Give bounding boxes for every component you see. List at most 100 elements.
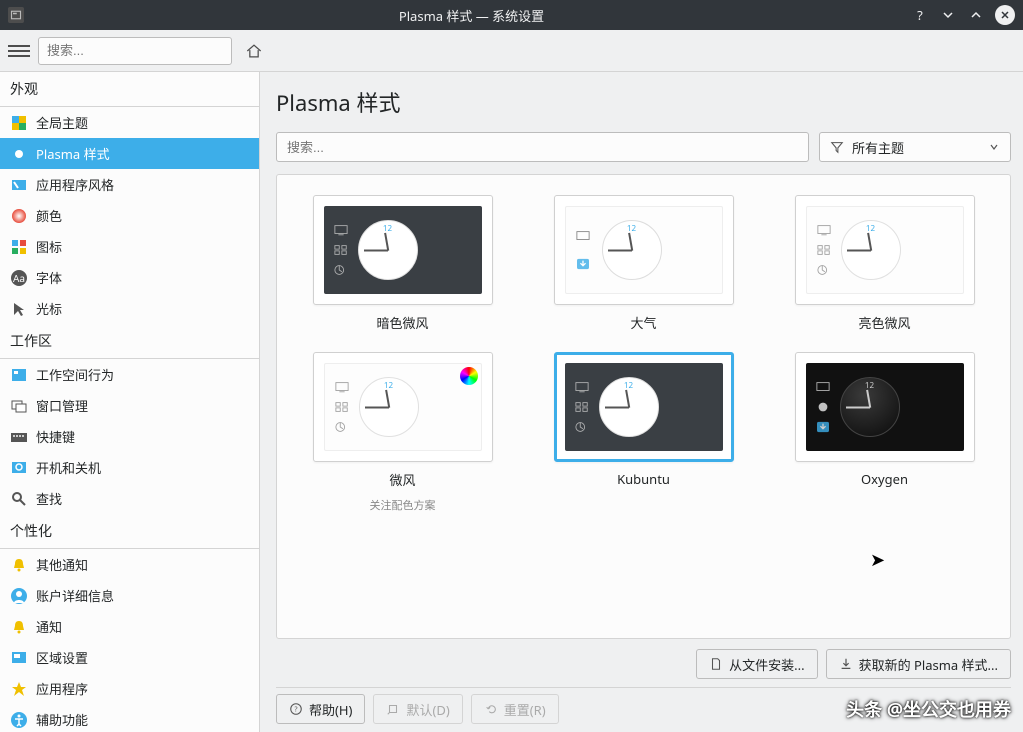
help-icon: ? <box>289 702 303 716</box>
chevron-down-icon <box>988 141 1000 153</box>
filter-label: 所有主题 <box>852 138 904 157</box>
sidebar-item-fonts[interactable]: Aa字体 <box>0 262 259 293</box>
theme-name: Kubuntu <box>617 470 670 488</box>
toolbar <box>0 30 1023 72</box>
sidebar-item-label: 通知 <box>36 617 62 636</box>
close-button[interactable] <box>995 5 1015 25</box>
sidebar-item-label: 查找 <box>36 489 62 508</box>
theme-card-oxygen[interactable]: Oxygen <box>779 352 990 513</box>
sidebar-section-header: 工作区 <box>0 324 259 359</box>
window-title: Plasma 样式 — 系统设置 <box>32 6 911 25</box>
sidebar-item-apps[interactable]: 应用程序 <box>0 673 259 704</box>
plasma-icon <box>10 145 28 163</box>
theme-thumbnail <box>313 195 493 305</box>
power-icon <box>10 459 28 477</box>
defaults-button: 默认(D) <box>373 694 462 724</box>
palette-icon <box>10 114 28 132</box>
sidebar[interactable]: 外观全局主题 Plasma 样式应用程序风格颜色图标 Aa字体光标工作区工作空间行为… <box>0 72 260 732</box>
bell-icon <box>10 618 28 636</box>
theme-card-breeze[interactable]: 微风关注配色方案 <box>297 352 508 513</box>
sidebar-item-label: 全局主题 <box>36 113 88 132</box>
document-icon <box>709 657 723 671</box>
icons-icon <box>10 238 28 256</box>
colors-icon <box>10 207 28 225</box>
page-title: Plasma 样式 <box>276 80 1011 132</box>
help-label: 帮助(H) <box>309 700 352 719</box>
help-button-bottom[interactable]: ? 帮助(H) <box>276 694 365 724</box>
star-icon <box>10 680 28 698</box>
minimize-button[interactable] <box>939 6 957 24</box>
sidebar-item-label: 账户详细信息 <box>36 586 114 605</box>
sidebar-section-header: 外观 <box>0 72 259 107</box>
content: Plasma 样式 所有主题 暗色微风 大气 亮色微风 微风关注配色方案 Kub… <box>260 72 1023 732</box>
sidebar-item-global-theme[interactable]: 全局主题 <box>0 107 259 138</box>
theme-name: Oxygen <box>861 470 908 488</box>
search-input[interactable] <box>38 37 232 65</box>
theme-name: 大气 <box>630 313 656 332</box>
theme-name: 微风 <box>389 470 415 489</box>
workspace-icon <box>10 366 28 384</box>
sidebar-item-window-mgmt[interactable]: 窗口管理 <box>0 390 259 421</box>
appstyle-icon <box>10 176 28 194</box>
sidebar-section-header: 个性化 <box>0 514 259 549</box>
sidebar-item-label: 快捷键 <box>36 427 75 446</box>
sidebar-item-colors[interactable]: 颜色 <box>0 200 259 231</box>
theme-card-breeze-dark[interactable]: 暗色微风 <box>297 195 508 332</box>
sidebar-item-label: 颜色 <box>36 206 62 225</box>
sidebar-item-label: 区域设置 <box>36 648 88 667</box>
filter-dropdown[interactable]: 所有主题 <box>819 132 1011 162</box>
sidebar-item-app-style[interactable]: 应用程序风格 <box>0 169 259 200</box>
keyboard-icon <box>10 428 28 446</box>
theme-thumbnail <box>795 352 975 462</box>
reset-button: 重置(R) <box>471 694 559 724</box>
theme-card-kubuntu[interactable]: Kubuntu <box>538 352 749 513</box>
flag-icon <box>10 649 28 667</box>
sidebar-item-label: 其他通知 <box>36 555 88 574</box>
titlebar: Plasma 样式 — 系统设置 ? <box>0 0 1023 30</box>
theme-search-input[interactable] <box>276 132 809 162</box>
theme-subtitle: 关注配色方案 <box>370 497 436 513</box>
sidebar-item-other-notif[interactable]: 其他通知 <box>0 549 259 580</box>
theme-card-air[interactable]: 大气 <box>538 195 749 332</box>
sidebar-item-icons[interactable]: 图标 <box>0 231 259 262</box>
home-button[interactable] <box>240 37 268 65</box>
svg-text:?: ? <box>294 706 297 715</box>
get-new-styles-button[interactable]: 获取新的 Plasma 样式... <box>826 649 1011 679</box>
theme-name: 亮色微风 <box>858 313 910 332</box>
sidebar-item-label: 应用程序风格 <box>36 175 114 194</box>
theme-thumbnail <box>554 352 734 462</box>
theme-thumbnail <box>795 195 975 305</box>
sidebar-item-label: 光标 <box>36 299 62 318</box>
sidebar-item-region[interactable]: 区域设置 <box>0 642 259 673</box>
sidebar-item-label: 辅助功能 <box>36 710 88 729</box>
install-from-file-button[interactable]: 从文件安装... <box>696 649 817 679</box>
sidebar-item-account[interactable]: 账户详细信息 <box>0 580 259 611</box>
sidebar-item-cursors[interactable]: 光标 <box>0 293 259 324</box>
theme-thumbnail <box>313 352 493 462</box>
undo-icon <box>484 702 498 716</box>
sidebar-item-plasma-style[interactable]: Plasma 样式 <box>0 138 259 169</box>
sidebar-item-notif[interactable]: 通知 <box>0 611 259 642</box>
sidebar-item-startup[interactable]: 开机和关机 <box>0 452 259 483</box>
sidebar-item-shortcuts[interactable]: 快捷键 <box>0 421 259 452</box>
defaults-icon <box>386 702 400 716</box>
sidebar-item-label: 图标 <box>36 237 62 256</box>
theme-card-breeze-light[interactable]: 亮色微风 <box>779 195 990 332</box>
reset-label: 重置(R) <box>504 700 546 719</box>
help-button[interactable]: ? <box>911 6 929 24</box>
sidebar-item-search[interactable]: 查找 <box>0 483 259 514</box>
sidebar-item-accessibility[interactable]: 辅助功能 <box>0 704 259 732</box>
defaults-label: 默认(D) <box>406 700 449 719</box>
install-label: 从文件安装... <box>729 655 804 674</box>
color-wheel-icon <box>460 367 478 385</box>
sidebar-item-workspace-behavior[interactable]: 工作空间行为 <box>0 359 259 390</box>
cursor-icon <box>10 300 28 318</box>
sidebar-item-label: 窗口管理 <box>36 396 88 415</box>
menu-button[interactable] <box>8 40 30 62</box>
bell-icon <box>10 556 28 574</box>
download-icon <box>839 657 853 671</box>
theme-thumbnail <box>554 195 734 305</box>
maximize-button[interactable] <box>967 6 985 24</box>
get-new-label: 获取新的 Plasma 样式... <box>859 655 998 674</box>
theme-list[interactable]: 暗色微风 大气 亮色微风 微风关注配色方案 Kubuntu Oxygen <box>276 174 1011 639</box>
